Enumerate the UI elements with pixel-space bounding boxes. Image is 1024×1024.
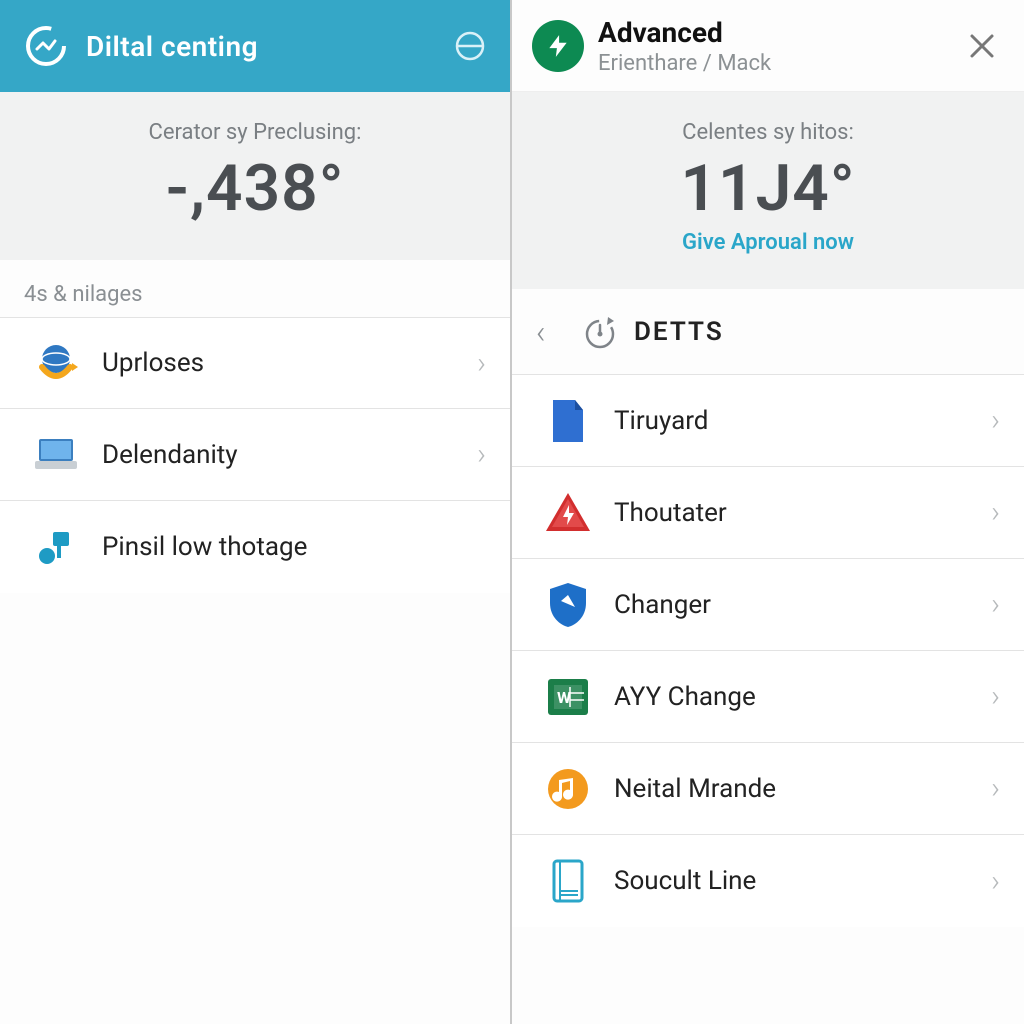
app-logo-icon: [20, 20, 72, 72]
list-item[interactable]: Thoutater ›: [512, 467, 1024, 559]
chevron-right-icon: ›: [477, 346, 486, 381]
list-item-label: Thoutater: [614, 498, 991, 528]
list-item[interactable]: Pinsil low thotage ›: [0, 501, 510, 593]
give-approval-link[interactable]: Give Aproual now: [532, 230, 1004, 255]
laptop-icon: [28, 427, 84, 483]
music-orange-icon: [540, 761, 596, 817]
left-metric-caption: Cerator sy Preclusing:: [20, 120, 490, 145]
left-header-title: Diltal centing: [86, 30, 450, 63]
svg-text:W: W: [557, 688, 571, 707]
chevron-right-icon: ›: [991, 495, 1000, 530]
list-item[interactable]: Delendanity ›: [0, 409, 510, 501]
list-item[interactable]: Soucult Line ›: [512, 835, 1024, 927]
list-item-label: Soucult Line: [614, 866, 991, 896]
list-item-label: AYY Change: [614, 682, 991, 712]
list-item[interactable]: W AYY Change ›: [512, 651, 1024, 743]
doc-blue-icon: [540, 393, 596, 449]
chevron-right-icon: ›: [477, 437, 486, 472]
list-item[interactable]: Uprloses ›: [0, 317, 510, 409]
list-item-label: Changer: [614, 590, 991, 620]
chevron-right-icon: ›: [991, 679, 1000, 714]
chevron-right-icon: ›: [991, 771, 1000, 806]
list-item-label: Tiruyard: [614, 406, 991, 436]
right-metric-caption: Celentes sy hitos:: [532, 120, 1004, 145]
list-item[interactable]: Neital Mrande ›: [512, 743, 1024, 835]
back-icon[interactable]: ‹: [536, 313, 566, 351]
left-header: Diltal centing: [0, 0, 510, 92]
left-metric-block: Cerator sy Preclusing: -,438°: [0, 92, 510, 260]
clock-refresh-icon: [576, 308, 624, 356]
left-section-label: 4s & nilages: [0, 260, 510, 317]
list-item[interactable]: Tiruyard ›: [512, 375, 1024, 467]
chevron-right-icon: ›: [991, 403, 1000, 438]
shield-blue-icon: [540, 577, 596, 633]
left-metric-value: -,438°: [20, 151, 490, 226]
right-header: Advanced Erienthare / Mack: [512, 0, 1024, 92]
list-item[interactable]: Changer ›: [512, 559, 1024, 651]
tool-icon: [28, 519, 84, 575]
triangle-red-icon: [540, 485, 596, 541]
list-item-label: Uprloses: [102, 348, 477, 378]
right-metric-block: Celentes sy hitos: 11J4° Give Aproual no…: [512, 92, 1024, 289]
right-header-subtitle: Erienthare / Mack: [598, 51, 960, 76]
right-header-title: Advanced: [598, 16, 960, 49]
bolt-icon: [532, 20, 584, 72]
book-outline-icon: [540, 853, 596, 909]
list-item-label: Pinsil low thotage: [102, 532, 477, 562]
right-metric-value: 11J4°: [532, 151, 1004, 226]
left-panel: Diltal centing Cerator sy Preclusing: -,…: [0, 0, 512, 1024]
sheet-green-icon: W: [540, 669, 596, 725]
sync-icon[interactable]: [450, 26, 490, 66]
detts-heading: DETTS: [634, 317, 724, 347]
list-item-label: Neital Mrande: [614, 774, 991, 804]
chevron-right-icon: ›: [991, 864, 1000, 899]
right-panel: Advanced Erienthare / Mack Celentes sy h…: [512, 0, 1024, 1024]
detts-header: ‹ DETTS: [512, 289, 1024, 375]
list-item-label: Delendanity: [102, 440, 477, 470]
chevron-right-icon: ›: [991, 587, 1000, 622]
globe-arrow-icon: [28, 335, 84, 391]
close-icon[interactable]: [960, 24, 1004, 68]
